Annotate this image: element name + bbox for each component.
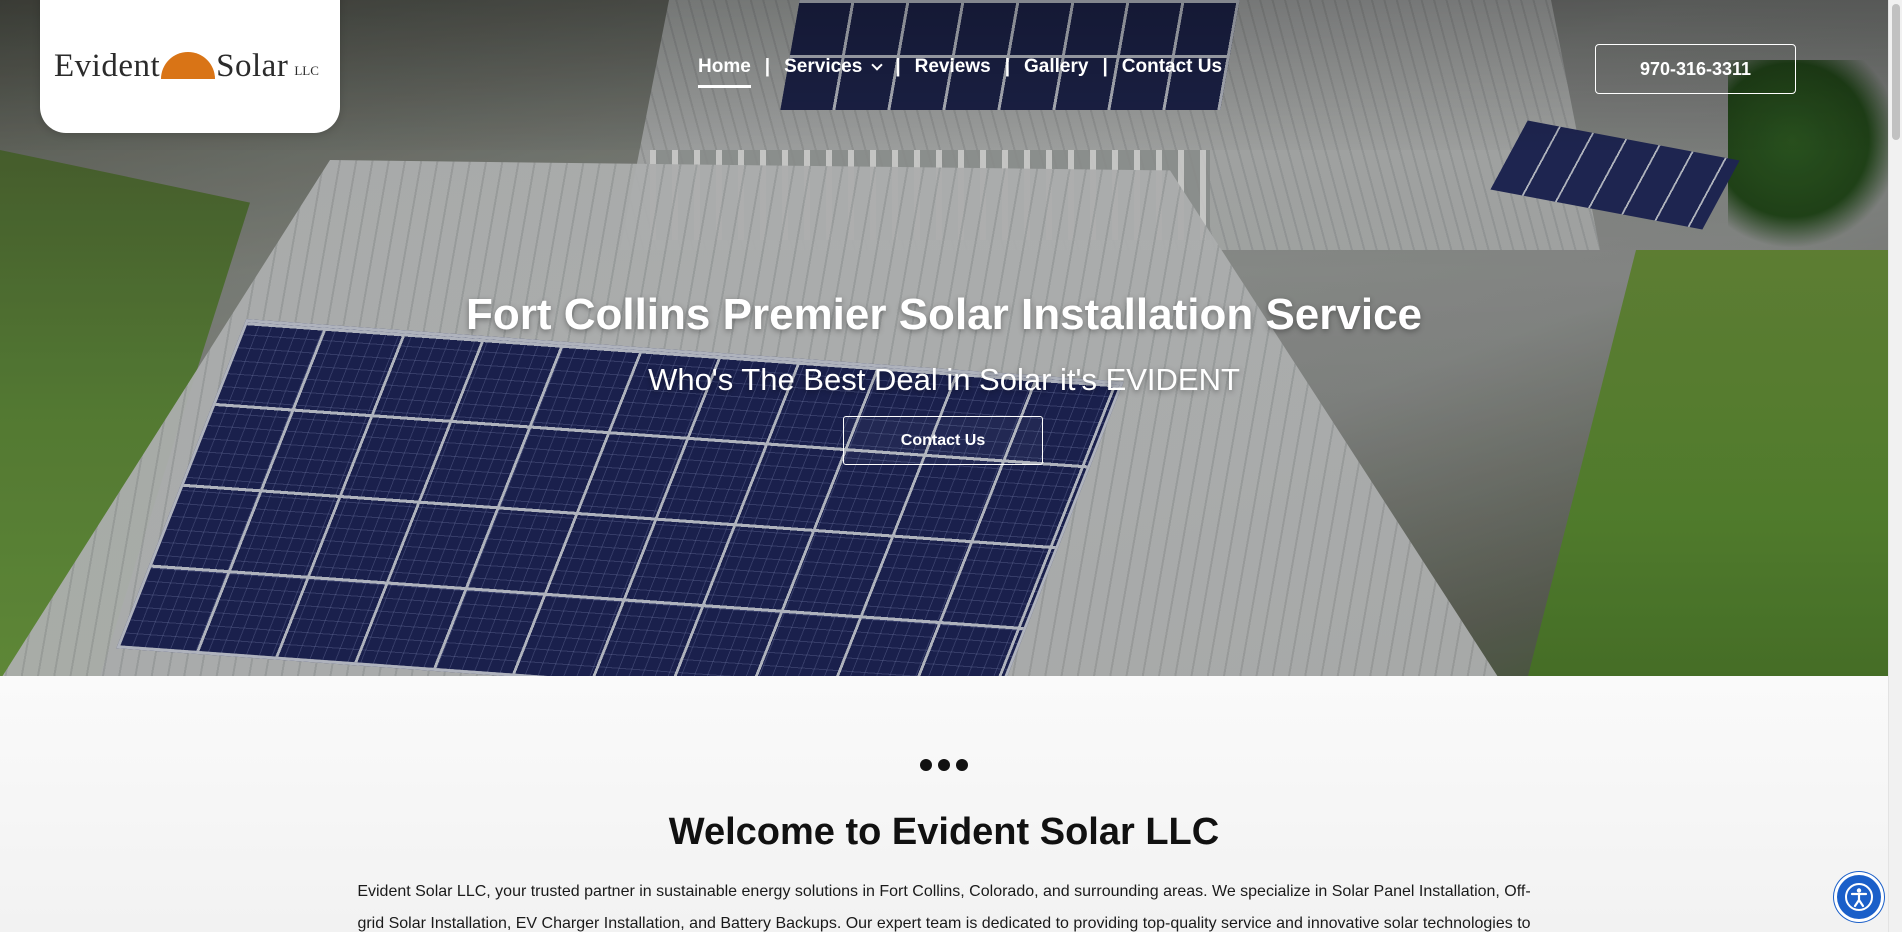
dots-divider-icon bbox=[920, 759, 968, 771]
nav-separator: | bbox=[895, 56, 901, 77]
logo-suffix: LLC bbox=[294, 63, 319, 78]
hero-title: Fort Collins Premier Solar Installation … bbox=[465, 290, 1423, 339]
nav-separator: | bbox=[1102, 56, 1108, 77]
nav-separator: | bbox=[764, 56, 771, 77]
dot bbox=[956, 759, 968, 771]
nav-services[interactable]: Services bbox=[784, 56, 883, 78]
welcome-title: Welcome to Evident Solar LLC bbox=[668, 811, 1220, 853]
nav-contact-us[interactable]: Contact Us bbox=[1122, 56, 1222, 78]
site-logo[interactable]: Evident Solar LLC bbox=[54, 50, 319, 83]
sun-icon bbox=[161, 52, 216, 79]
nav-reviews[interactable]: Reviews bbox=[915, 56, 991, 78]
logo-card[interactable]: Evident Solar LLC bbox=[40, 0, 340, 133]
logo-word-solar: Solar bbox=[216, 48, 289, 84]
nav-gallery[interactable]: Gallery bbox=[1024, 56, 1088, 78]
nav-home[interactable]: Home bbox=[698, 56, 751, 88]
page-scrollbar[interactable] bbox=[1888, 0, 1902, 932]
hero-contact-button[interactable]: Contact Us bbox=[843, 416, 1043, 465]
logo-word-evident: Evident bbox=[54, 48, 161, 84]
nav-services-label: Services bbox=[784, 56, 863, 77]
accessibility-button[interactable] bbox=[1837, 875, 1881, 919]
main-navigation: Home | Services | Reviews | Gallery | Co… bbox=[698, 56, 1222, 88]
hero-subtitle: Who's The Best Deal in Solar it's EVIDEN… bbox=[648, 362, 1240, 397]
welcome-text: Evident Solar LLC, your trusted partner … bbox=[357, 883, 1531, 932]
scrollbar-thumb[interactable] bbox=[1892, 4, 1900, 140]
dot bbox=[920, 759, 932, 771]
dot bbox=[938, 759, 950, 771]
phone-button[interactable]: 970-316-3311 bbox=[1595, 44, 1796, 94]
accessibility-icon bbox=[1845, 883, 1873, 911]
chevron-down-icon[interactable] bbox=[871, 59, 883, 71]
nav-separator: | bbox=[1004, 56, 1011, 77]
